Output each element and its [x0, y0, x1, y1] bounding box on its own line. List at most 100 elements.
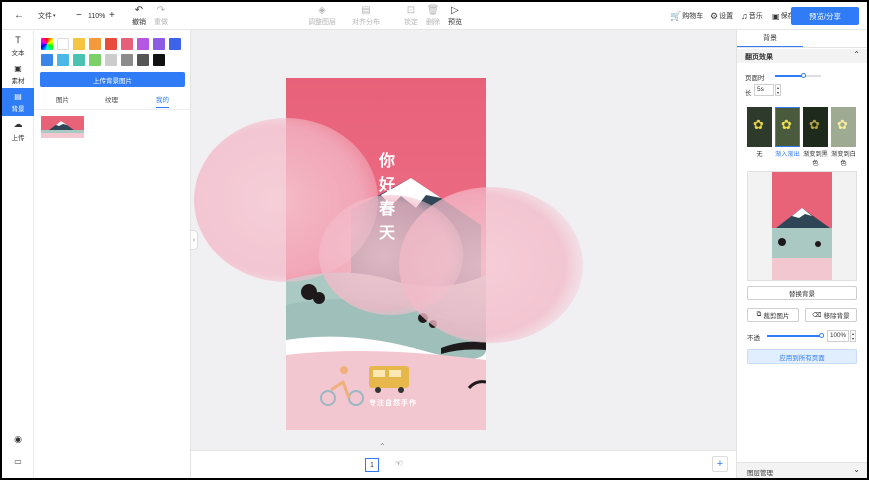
page-thumbnail-1[interactable]: 1 — [365, 458, 379, 472]
add-page-button[interactable]: + — [712, 456, 728, 472]
rail-item-material[interactable]: ▣ 素材 — [2, 60, 34, 88]
save-icon: ▣ — [772, 11, 780, 21]
color-swatch[interactable] — [137, 38, 149, 50]
tab-images[interactable]: 图片 — [56, 94, 69, 108]
page-turn-section-header[interactable]: 翻页效果 ⌃ — [737, 49, 867, 63]
color-swatch[interactable] — [137, 54, 149, 66]
upload-background-button[interactable]: 上传背景图片 — [40, 72, 185, 87]
chevron-down-icon: ▾ — [53, 13, 56, 19]
align-button[interactable]: ▤ 对齐分布 — [352, 2, 380, 30]
hand-cursor-icon: ☜ — [395, 458, 404, 468]
replace-background-button[interactable]: 替换背景 — [747, 286, 857, 300]
opacity-stepper[interactable]: ▴ ▾ — [850, 330, 856, 342]
text-icon: T — [15, 35, 21, 45]
settings-button[interactable]: ⚙ 设置 — [710, 2, 733, 30]
poster-title-char: 春 — [378, 201, 395, 218]
transition-thumb-none[interactable]: ✿ — [747, 107, 772, 147]
color-swatch[interactable] — [105, 54, 117, 66]
editor-window: ← 文件 ▾ − 110% + ↶ 撤销 ↷ 重做 ◈ 调整图层 ▤ 对齐分布 … — [2, 2, 867, 478]
slider-handle[interactable] — [801, 73, 806, 78]
zoom-out-button[interactable]: − — [76, 2, 82, 30]
align-icon: ▤ — [361, 4, 371, 16]
apply-to-all-pages-button[interactable]: 应用到所有页面 — [747, 349, 857, 364]
layer-management-label: 图层管理 — [747, 470, 773, 477]
background-preview-image — [772, 172, 832, 280]
transition-label: 渐入渐出 — [775, 151, 800, 158]
preview-share-button[interactable]: 预览/分享 — [791, 7, 859, 25]
file-menu[interactable]: 文件 ▾ — [38, 2, 56, 30]
poster-subtitle[interactable]: 专注自然手作 — [365, 398, 421, 408]
page-turn-label: 页面时 — [745, 75, 765, 82]
opacity-input[interactable]: 100% — [827, 330, 849, 342]
color-swatch[interactable] — [89, 54, 101, 66]
crop-image-button[interactable]: ⧉ 裁剪图片 — [747, 308, 799, 322]
transition-thumb-fade-black[interactable]: ✿ — [803, 107, 828, 147]
rail-item-upload[interactable]: ☁ 上传 — [2, 116, 34, 144]
delete-button[interactable]: 🗑 删除 — [426, 2, 440, 30]
preview-label: 预览 — [448, 18, 462, 26]
opacity-label: 不透 — [747, 335, 760, 342]
mountain-thumbnail-image — [41, 116, 84, 138]
transition-thumb-fade-white[interactable]: ✿ — [831, 107, 856, 147]
color-swatch[interactable] — [169, 38, 181, 50]
cart-label: 购物车 — [682, 13, 704, 20]
background-preview — [747, 171, 857, 281]
remove-bg-label: 移除背景 — [823, 313, 850, 320]
transition-label: 无 — [756, 151, 763, 158]
lock-button[interactable]: ⊡ 锁定 — [404, 2, 418, 30]
tab-background-settings[interactable]: 背景 — [737, 30, 803, 47]
uploaded-image-thumbnail[interactable] — [41, 116, 84, 138]
cart-icon: 🛒 — [670, 10, 682, 21]
layer-management-section[interactable]: 图层管理 ⌄ — [737, 462, 867, 478]
color-picker-swatch[interactable] — [41, 38, 53, 50]
rail-item-label: 背景 — [11, 105, 25, 113]
color-swatch[interactable] — [121, 54, 133, 66]
undo-button[interactable]: ↶ 撤销 — [132, 2, 146, 30]
flower-icon: ✿ — [809, 117, 820, 132]
redo-label: 重做 — [154, 18, 168, 26]
slider-handle[interactable] — [819, 333, 824, 338]
poster-artwork[interactable] — [191, 30, 736, 450]
preview-button[interactable]: ▷ 预览 — [448, 2, 462, 30]
design-canvas[interactable]: ‹ 你 好 春 天 专注自然手作 ⌃ — [191, 30, 736, 450]
back-icon[interactable]: ← — [14, 2, 24, 30]
transition-thumb-fade[interactable]: ✿ — [775, 107, 800, 147]
remove-background-button[interactable]: ⌫ 移除背景 — [805, 308, 857, 322]
opacity-slider[interactable] — [767, 333, 824, 338]
music-button[interactable]: ♫ 音乐 — [741, 2, 763, 30]
tab-textures[interactable]: 纹理 — [105, 94, 118, 108]
keyboard-button[interactable]: ▭ — [2, 450, 34, 472]
poster-title[interactable]: 你 好 春 天 — [373, 150, 401, 246]
properties-panel: 背景 翻页效果 ⌃ 页面时 长 5s ▴ ▾ ✿ ✿ ✿ ✿ 无 渐入渐出 渐变到… — [736, 30, 867, 478]
duration-label: 长 — [745, 90, 752, 97]
delete-label: 删除 — [426, 18, 440, 26]
color-swatch[interactable] — [105, 38, 117, 50]
duration-stepper[interactable]: ▴ ▾ — [775, 84, 781, 96]
trash-icon: 🗑 — [426, 4, 440, 16]
page-turn-slider[interactable] — [775, 73, 821, 78]
color-swatch[interactable] — [57, 38, 69, 50]
color-swatch[interactable] — [57, 54, 69, 66]
file-menu-label: 文件 — [38, 13, 52, 20]
color-swatch[interactable] — [89, 38, 101, 50]
zoom-in-button[interactable]: + — [109, 2, 115, 30]
color-swatch[interactable] — [73, 38, 85, 50]
layer-adjust-button[interactable]: ◈ 调整图层 — [308, 2, 336, 30]
music-icon: ♫ — [741, 11, 748, 21]
color-swatch[interactable] — [153, 38, 165, 50]
rail-item-background[interactable]: ▤ 背景 — [2, 88, 34, 116]
color-swatch[interactable] — [121, 38, 133, 50]
tab-mine[interactable]: 我的 — [156, 94, 169, 108]
color-swatch[interactable] — [41, 54, 53, 66]
rail-item-label: 素材 — [11, 77, 25, 85]
eye-button[interactable]: ◉ — [2, 428, 34, 450]
cart-button[interactable]: 🛒 购物车 — [670, 2, 703, 30]
chevron-up-icon[interactable]: ⌃ — [379, 442, 386, 450]
zoom-level[interactable]: 110% — [88, 2, 105, 30]
redo-button[interactable]: ↷ 重做 — [154, 2, 168, 30]
color-swatch[interactable] — [153, 54, 165, 66]
duration-input[interactable]: 5s — [754, 84, 774, 96]
color-swatch[interactable] — [73, 54, 85, 66]
rail-item-text[interactable]: T 文本 — [2, 32, 34, 60]
poster-title-char: 天 — [378, 225, 395, 242]
